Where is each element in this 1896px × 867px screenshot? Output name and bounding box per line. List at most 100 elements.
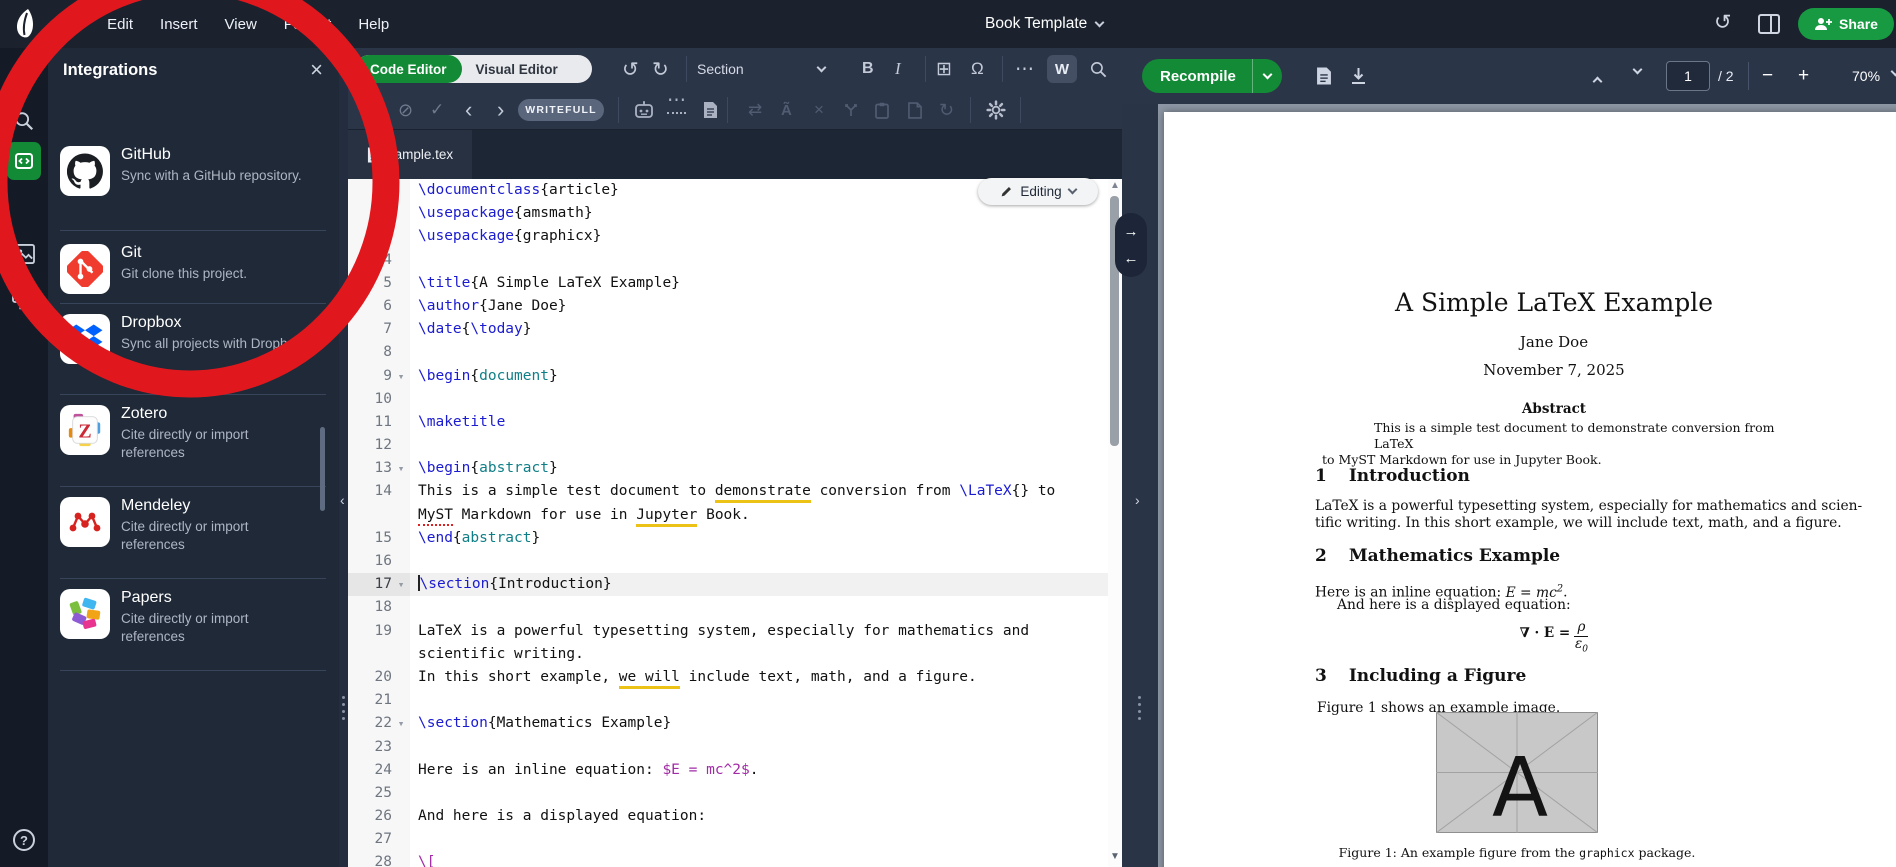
undo-icon[interactable]: ↺ — [622, 48, 639, 90]
page-number-input[interactable] — [1666, 61, 1710, 91]
menu-view[interactable]: View — [225, 16, 257, 33]
italic-button[interactable]: I — [895, 48, 901, 90]
code-line: scientific writing. — [348, 642, 1108, 666]
next-suggestion-icon[interactable]: › — [497, 90, 504, 130]
previous-page-icon[interactable] — [1592, 76, 1603, 87]
help-icon[interactable]: ? — [0, 828, 48, 852]
svg-text:A: A — [1492, 741, 1548, 833]
integration-item-mendeley[interactable]: Mendeley Cite directly or import referen… — [60, 497, 326, 579]
scroll-up-icon[interactable]: ▲ — [1110, 180, 1120, 191]
menu-help[interactable]: Help — [358, 16, 389, 33]
project-title-dropdown[interactable]: Book Template — [985, 0, 1105, 48]
divider-grip[interactable] — [1138, 696, 1141, 720]
close-icon[interactable]: × — [310, 59, 323, 81]
next-page-icon[interactable] — [1632, 64, 1643, 75]
editing-mode-dropdown[interactable]: Editing — [978, 178, 1098, 205]
zoom-out-icon[interactable]: − — [1762, 48, 1773, 104]
code-line: 10 — [348, 387, 1108, 411]
pdf-divider[interactable]: › — [1122, 48, 1158, 867]
integrations-icon[interactable] — [7, 142, 41, 180]
pdf-figure-caption: Figure 1: An example figure from the gra… — [1338, 845, 1696, 860]
document-check-icon[interactable] — [703, 90, 718, 130]
compile-log-icon[interactable] — [1316, 48, 1332, 104]
layout-icon[interactable] — [1758, 14, 1780, 34]
zoom-level-dropdown[interactable]: 70% — [1852, 48, 1880, 104]
integration-item-dropbox[interactable]: Dropbox Sync all projects with Dropbox. — [60, 314, 326, 395]
chat-icon[interactable] — [0, 290, 48, 312]
visual-editor-toggle[interactable]: Visual Editor — [462, 62, 572, 77]
collapse-left-icon[interactable]: ‹ — [340, 492, 345, 508]
insert-symbol-icon[interactable]: Ω — [971, 48, 984, 90]
reject-suggestion-icon[interactable]: ⊘ — [398, 90, 413, 130]
panel-scrollbar[interactable] — [320, 427, 325, 511]
writefull-icon[interactable]: W — [1047, 55, 1077, 83]
suggestions-icon[interactable]: ⋯ — [667, 90, 686, 114]
fold-arrow-icon — [392, 318, 410, 341]
redo-icon[interactable]: ↻ — [652, 48, 669, 90]
sync-icon[interactable]: ↻ — [939, 90, 954, 130]
menu-format[interactable]: Format — [284, 16, 332, 33]
recompile-options-icon[interactable] — [1251, 59, 1282, 93]
collapse-right-icon[interactable]: › — [1135, 492, 1140, 508]
search-icon[interactable] — [1089, 48, 1108, 90]
scroll-down-icon[interactable]: ▼ — [1110, 851, 1120, 862]
ai-assistant-icon[interactable] — [634, 90, 654, 130]
editor-scrollbar[interactable]: ▲ ▼ — [1108, 179, 1122, 867]
fold-arrow-icon — [392, 643, 410, 666]
fold-arrow-icon — [392, 851, 410, 867]
code-line: 3 \usepackage{graphicx} — [348, 225, 1108, 249]
previous-suggestion-icon[interactable]: ‹ — [465, 90, 472, 130]
split-sentence-icon[interactable]: × — [814, 90, 824, 130]
app-root: File Edit Insert View Format Help Book Templa… — [0, 0, 1896, 867]
fold-arrow-icon[interactable]: ▾ — [392, 712, 410, 735]
bold-button[interactable]: B — [862, 48, 874, 90]
menu-insert[interactable]: Insert — [160, 16, 198, 33]
top-menu-bar: File Edit Insert View Format Help Book Templa… — [0, 0, 1896, 48]
arrow-left-icon[interactable]: ← — [1124, 250, 1139, 267]
pdf-page: A Simple LaTeX Example Jane Doe November… — [1164, 112, 1896, 867]
integration-item-github[interactable]: GitHub Sync with a GitHub repository. — [60, 146, 326, 231]
code-editor-toggle[interactable]: Code Editor — [355, 55, 462, 83]
translate-icon[interactable]: Ã — [781, 90, 792, 130]
integration-item-zotero[interactable]: Z Zotero Cite directly or import referen… — [60, 405, 326, 487]
integration-item-papers[interactable]: Papers Cite directly or import reference… — [60, 589, 326, 671]
share-button[interactable]: Share — [1798, 8, 1894, 40]
fold-arrow-icon[interactable]: ▾ — [392, 457, 410, 480]
section-style-dropdown[interactable]: Section — [697, 48, 827, 90]
paraphrase-icon[interactable]: ⇄ — [748, 90, 762, 130]
integration-item-git[interactable]: Git Git clone this project. — [60, 244, 326, 304]
code-editor-area[interactable]: 1 \documentclass{article} 2 \usepackage{ams… — [348, 179, 1108, 867]
fold-arrow-icon[interactable]: ▾ — [392, 365, 410, 388]
menu-file[interactable]: File — [56, 16, 80, 33]
zotero-icon: Z — [60, 405, 110, 455]
search-icon[interactable] — [0, 110, 48, 132]
history-icon[interactable]: ↺ — [1714, 10, 1732, 35]
fold-arrow-icon — [392, 527, 410, 550]
fold-arrow-icon — [392, 689, 410, 712]
writefull-settings-gear-icon[interactable] — [986, 90, 1006, 130]
zoom-in-icon[interactable]: + — [1798, 48, 1809, 104]
file-icon[interactable] — [908, 90, 922, 130]
file-tree-divider[interactable]: ‹ — [339, 48, 348, 867]
code-line: 25 — [348, 781, 1108, 806]
code-line: 6 \author{Jane Doe} — [348, 294, 1108, 319]
overleaf-logo-icon[interactable] — [12, 8, 42, 40]
branch-icon[interactable] — [843, 90, 859, 130]
image-icon[interactable] — [0, 244, 48, 264]
code-line: 21 — [348, 689, 1108, 713]
code-line: 4 — [348, 248, 1108, 272]
fold-arrow-icon — [392, 759, 410, 782]
open-file-tab[interactable]: sample.tex — [348, 130, 472, 179]
divider-grip[interactable] — [342, 696, 345, 720]
clipboard-icon[interactable] — [875, 90, 889, 130]
menu-edit[interactable]: Edit — [107, 16, 133, 33]
insert-table-icon[interactable]: ⊞ — [936, 48, 952, 90]
recompile-button[interactable]: Recompile — [1142, 59, 1282, 93]
arrow-right-icon[interactable]: → — [1124, 223, 1139, 240]
accept-suggestion-icon[interactable]: ✓ — [430, 90, 444, 130]
download-pdf-icon[interactable] — [1350, 48, 1367, 104]
more-tools-icon[interactable]: ⋯ — [1015, 48, 1034, 90]
code-line: 28 \[ — [348, 851, 1108, 867]
edit-pencil-icon[interactable] — [366, 90, 382, 130]
fold-arrow-icon[interactable]: ▾ — [392, 573, 410, 596]
